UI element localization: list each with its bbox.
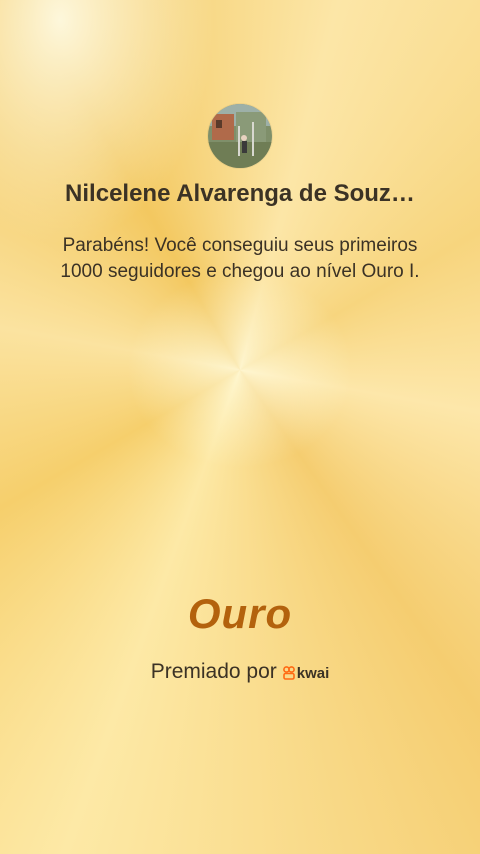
kwai-logo-icon — [282, 666, 295, 680]
avatar[interactable] — [208, 104, 272, 168]
kwai-brand[interactable]: kwai — [282, 664, 330, 682]
awarded-label: Premiado por — [150, 660, 277, 683]
achievement-card: Nilcelene Alvarenga de Souz… Parabéns! V… — [0, 0, 480, 854]
profile-photo-icon — [208, 104, 272, 168]
awarded-by: Premiado por kwai — [0, 660, 480, 684]
achievement-message: Parabéns! Você conseguiu seus primeiros … — [60, 235, 420, 282]
level-title: Ouro — [187, 590, 293, 637]
profile-name: Nilcelene Alvarenga de Souz… — [65, 180, 415, 207]
brand-name: kwai — [296, 664, 330, 682]
